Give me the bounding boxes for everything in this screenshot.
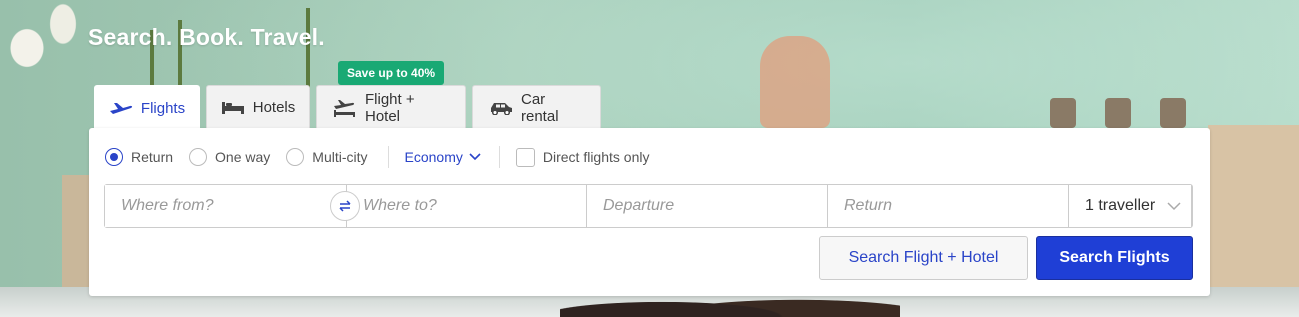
tab-label: Flight + Hotel (365, 90, 415, 125)
destination-input[interactable] (363, 185, 586, 227)
bed-icon (221, 100, 245, 116)
jar-decoration (1160, 98, 1186, 128)
radio-label: One way (215, 149, 271, 165)
search-flight-hotel-button[interactable]: Search Flight + Hotel (819, 236, 1028, 280)
jar-decoration (1105, 98, 1131, 128)
origin-field[interactable] (105, 185, 347, 227)
trip-type-one-way[interactable]: One way (189, 148, 270, 166)
swap-icon (339, 200, 351, 212)
product-tabs: Flights Hotels Flight + Hotel Car rental (94, 85, 601, 130)
search-options: Return One way Multi-city Economy Direct… (105, 146, 649, 168)
divider (387, 146, 389, 168)
divider (498, 146, 500, 168)
page-title: Search. Book. Travel. (88, 24, 325, 50)
chevron-down-icon (1167, 201, 1181, 210)
radio-unselected (286, 148, 305, 166)
radio-label: Return (131, 149, 174, 165)
checkbox-label: Direct flights only (542, 149, 650, 165)
departure-field[interactable] (587, 185, 828, 227)
origin-input[interactable] (121, 185, 346, 227)
return-field[interactable] (828, 185, 1069, 227)
radio-unselected (189, 148, 208, 166)
search-fields: 1 traveller (104, 184, 1193, 228)
tab-car-rental[interactable]: Car rental (472, 85, 601, 129)
tab-flights[interactable]: Flights (94, 85, 200, 130)
direct-flights-checkbox[interactable]: Direct flights only (515, 147, 650, 167)
return-date-input[interactable] (844, 185, 1068, 227)
plane-icon (109, 100, 133, 116)
cabin-class-value: Economy (404, 149, 463, 165)
travellers-dropdown[interactable]: 1 traveller (1069, 185, 1192, 227)
tab-label: Car rental (521, 90, 559, 125)
radio-label: Multi-city (312, 149, 368, 165)
travellers-value: 1 traveller (1085, 197, 1156, 214)
tab-hotels[interactable]: Hotels (206, 85, 310, 129)
trip-type-return[interactable]: Return (105, 148, 173, 166)
tab-label: Hotels (252, 99, 296, 116)
feet-decoration (760, 36, 830, 128)
chevron-down-icon (469, 153, 481, 161)
departure-date-input[interactable] (603, 185, 827, 227)
jar-decoration (1050, 98, 1076, 128)
car-icon (489, 100, 513, 116)
search-flights-button[interactable]: Search Flights (1036, 236, 1193, 280)
plane-bed-icon (333, 99, 357, 117)
radio-selected (105, 148, 123, 166)
trip-type-multi-city[interactable]: Multi-city (286, 148, 368, 166)
checkbox-box (515, 147, 535, 167)
flight-search-panel: Return One way Multi-city Economy Direct… (89, 128, 1210, 296)
promo-badge: Save up to 40% (338, 61, 445, 90)
flower-decoration (0, 0, 90, 120)
swap-locations-button[interactable] (330, 191, 360, 221)
tab-label: Flights (140, 99, 186, 117)
tab-flight-hotel[interactable]: Flight + Hotel (316, 85, 466, 129)
destination-field[interactable] (347, 185, 587, 227)
cabin-class-dropdown[interactable]: Economy (405, 149, 481, 165)
